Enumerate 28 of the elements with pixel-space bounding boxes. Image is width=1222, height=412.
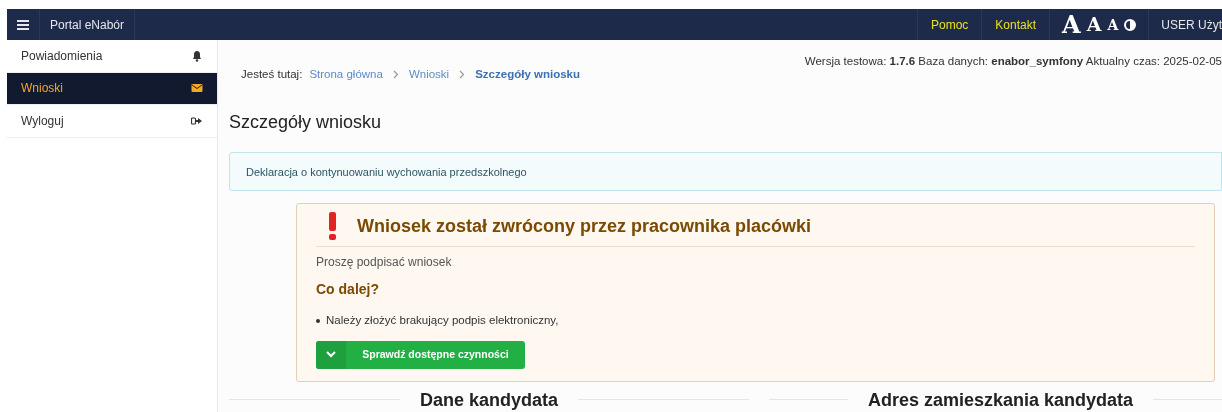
bell-icon bbox=[191, 49, 203, 62]
alert-title: Wniosek został zwrócony przez pracownika placówki bbox=[357, 214, 812, 238]
user-name[interactable]: USER Użyt bbox=[1161, 15, 1222, 34]
contrast-icon[interactable] bbox=[1124, 18, 1137, 31]
exclamation-icon bbox=[328, 212, 337, 241]
envelope-icon bbox=[191, 82, 203, 95]
page-title: Szczegóły wniosku bbox=[229, 111, 383, 135]
font-size-button[interactable]: A bbox=[1107, 17, 1119, 32]
font-size-button[interactable]: A bbox=[1062, 12, 1081, 37]
next-steps-heading: Co dalej? bbox=[316, 280, 380, 300]
section-heading: Dane kandydata bbox=[419, 389, 559, 410]
alert-message: Proszę podpisać wniosek bbox=[316, 254, 453, 272]
font-size-button[interactable]: A bbox=[1086, 15, 1102, 34]
breadcrumb-link[interactable]: Wnioski bbox=[408, 66, 450, 84]
section-heading: Adres zamieszkania kandydata bbox=[867, 389, 1134, 410]
logout-icon bbox=[191, 114, 203, 127]
step-text: Należy złożyć brakujący podpis elektroniczny, bbox=[326, 313, 559, 329]
version-info: Wersja testowa: 1.7.6 Baza danych: enabor_symfony Aktualny czas: 2025-02-05 bbox=[804, 54, 1222, 69]
breadcrumb-label: Jesteś tutaj: bbox=[241, 67, 303, 82]
info-text: Deklaracja o kontynuowaniu wychowania przedszkolnego bbox=[246, 164, 527, 180]
chevron-right-icon bbox=[459, 70, 466, 80]
chevron-right-icon bbox=[392, 70, 399, 80]
breadcrumb-link[interactable]: Szczegóły wniosku bbox=[475, 66, 580, 84]
sidebar-item[interactable]: Wnioski bbox=[7, 72, 217, 105]
breadcrumb-link[interactable]: Strona główna bbox=[309, 66, 383, 84]
bullet-icon bbox=[316, 318, 320, 323]
app-title[interactable]: Portal eNabór bbox=[50, 15, 125, 34]
chevron-down-icon bbox=[316, 340, 346, 369]
